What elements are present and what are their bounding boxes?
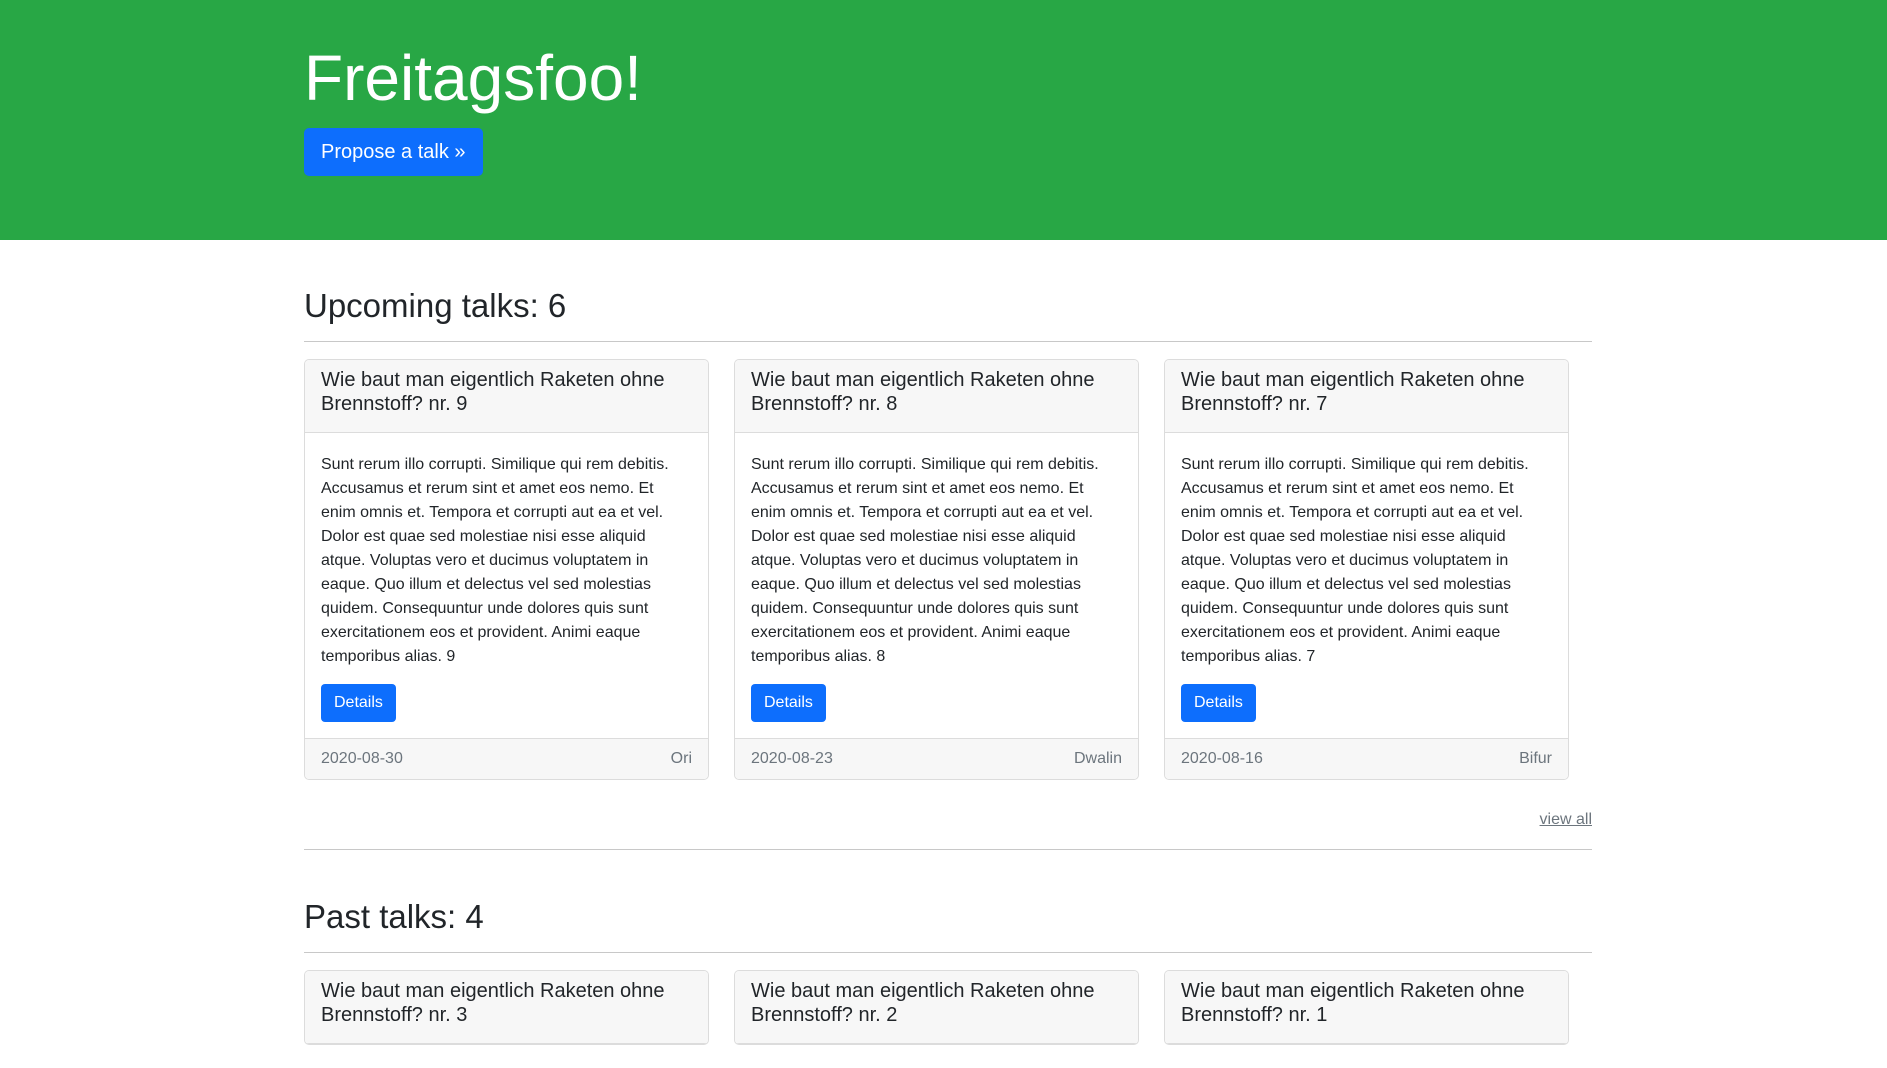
divider (304, 952, 1592, 953)
talk-body: Sunt rerum illo corrupti. Similique qui … (735, 433, 1138, 738)
past-cards: Wie baut man eigentlich Raketen ohne Bre… (304, 970, 1592, 1045)
talk-body: Sunt rerum illo corrupti. Similique qui … (305, 433, 708, 738)
past-title: Past talks: 4 (304, 898, 484, 935)
talk-title: Wie baut man eigentlich Raketen ohne Bre… (735, 971, 1138, 1044)
talk-date: 2020-08-23 (751, 750, 833, 767)
divider (304, 341, 1592, 342)
talk-card: Wie baut man eigentlich Raketen ohne Bre… (304, 359, 709, 780)
details-button[interactable]: Details (751, 684, 826, 722)
talk-speaker: Ori (670, 750, 692, 767)
upcoming-section: Upcoming talks: 6 (304, 286, 1592, 326)
talk-speaker: Bifur (1519, 750, 1552, 767)
talk-title: Wie baut man eigentlich Raketen ohne Bre… (305, 360, 708, 433)
talk-card: Wie baut man eigentlich Raketen ohne Bre… (734, 970, 1139, 1045)
details-button[interactable]: Details (1181, 684, 1256, 722)
talk-card: Wie baut man eigentlich Raketen ohne Bre… (304, 970, 709, 1045)
details-button[interactable]: Details (321, 684, 396, 722)
talk-card: Wie baut man eigentlich Raketen ohne Bre… (1164, 359, 1569, 780)
talk-title: Wie baut man eigentlich Raketen ohne Bre… (305, 971, 708, 1044)
talk-title: Wie baut man eigentlich Raketen ohne Bre… (1165, 360, 1568, 433)
talk-card: Wie baut man eigentlich Raketen ohne Bre… (734, 359, 1139, 780)
view-all-row: view all (304, 811, 1592, 829)
talk-footer: 2020-08-30 Ori (305, 738, 708, 779)
upcoming-title: Upcoming talks: 6 (304, 287, 567, 324)
talk-description: Sunt rerum illo corrupti. Similique qui … (321, 456, 669, 665)
talk-title: Wie baut man eigentlich Raketen ohne Bre… (735, 360, 1138, 433)
divider (304, 849, 1592, 850)
talk-description: Sunt rerum illo corrupti. Similique qui … (1181, 456, 1529, 665)
past-section: Past talks: 4 (304, 897, 1592, 937)
talk-description: Sunt rerum illo corrupti. Similique qui … (751, 456, 1099, 665)
talk-footer: 2020-08-16 Bifur (1165, 738, 1568, 779)
talk-body: Sunt rerum illo corrupti. Similique qui … (1165, 433, 1568, 738)
talk-card: Wie baut man eigentlich Raketen ohne Bre… (1164, 970, 1569, 1045)
page-title: Freitagsfoo! (304, 42, 642, 114)
hero-banner: Freitagsfoo! Propose a talk » (0, 0, 1887, 240)
upcoming-cards: Wie baut man eigentlich Raketen ohne Bre… (304, 359, 1592, 780)
talk-date: 2020-08-16 (1181, 750, 1263, 767)
talk-footer: 2020-08-23 Dwalin (735, 738, 1138, 779)
talk-date: 2020-08-30 (321, 750, 403, 767)
talk-speaker: Dwalin (1073, 750, 1122, 767)
talk-title: Wie baut man eigentlich Raketen ohne Bre… (1165, 971, 1568, 1044)
propose-talk-button[interactable]: Propose a talk » (304, 128, 483, 176)
view-all-link[interactable]: view all (1540, 811, 1592, 828)
